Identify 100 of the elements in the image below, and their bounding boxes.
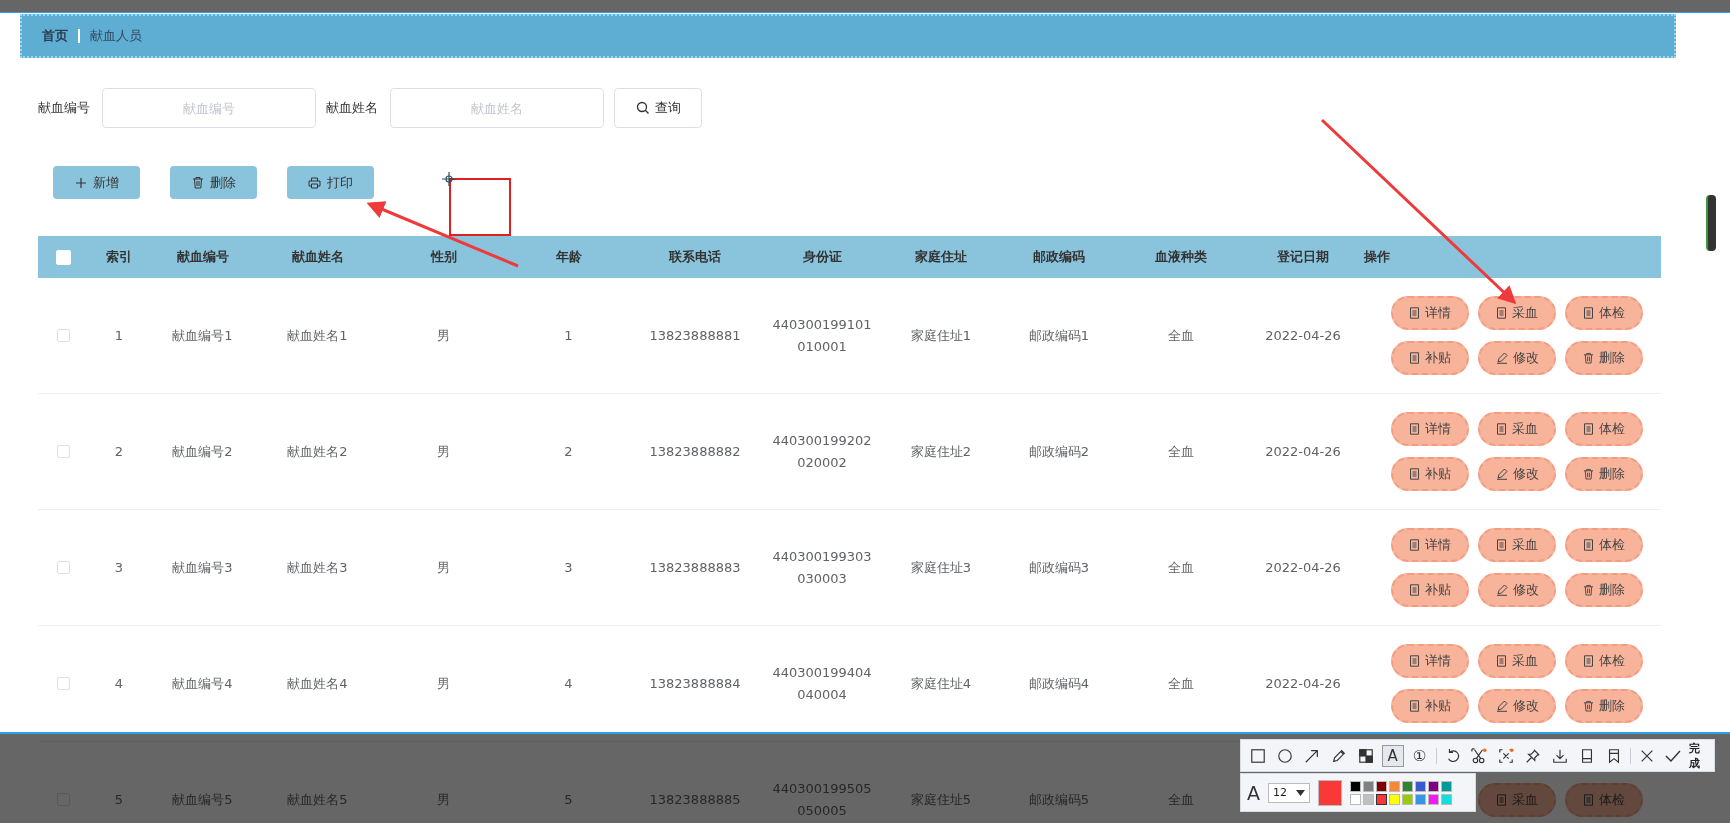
edit-button[interactable]: 修改	[1478, 689, 1556, 723]
action-button[interactable]: 补贴	[1391, 573, 1469, 607]
row-checkbox[interactable]	[56, 561, 70, 574]
color-swatch[interactable]	[1363, 780, 1374, 792]
search-button[interactable]: 查询	[614, 88, 702, 128]
color-swatch[interactable]	[1415, 780, 1426, 792]
search-field[interactable]: 献血编号	[102, 88, 316, 128]
table-cell: 男	[437, 442, 450, 461]
table-cell: 2	[114, 444, 124, 459]
edit-button[interactable]: 修改	[1478, 341, 1556, 375]
color-swatch[interactable]	[1428, 780, 1439, 792]
plus-icon	[74, 176, 87, 189]
edit-button[interactable]: 修改	[1478, 457, 1556, 491]
color-swatch[interactable]	[1350, 793, 1361, 805]
delete-button[interactable]: 删除	[1565, 341, 1643, 375]
breadcrumb-link[interactable]: 首页	[42, 27, 68, 45]
delete-button[interactable]: 删除	[1565, 689, 1643, 723]
done-button[interactable]: 完成	[1663, 740, 1708, 771]
table-cell: 献血姓名4	[287, 674, 348, 693]
add-button[interactable]: 新增	[53, 166, 140, 199]
document-icon	[1409, 468, 1420, 480]
table-cell: 13823888884	[649, 676, 741, 691]
row-checkbox[interactable]	[56, 445, 70, 458]
edit-button[interactable]: 修改	[1478, 573, 1556, 607]
action-button[interactable]: 采血	[1478, 528, 1556, 562]
table-cell: 全血	[1168, 558, 1194, 577]
delete-button[interactable]: 删除	[1565, 457, 1643, 491]
table-cell: 1	[564, 328, 573, 343]
table-cell-text: 440300199202020002	[772, 431, 872, 472]
row-checkbox[interactable]	[56, 677, 70, 690]
table-cell: 全血	[1168, 674, 1194, 693]
caret-icon	[1296, 789, 1305, 796]
table-cell: 邮政编码1	[1028, 326, 1090, 345]
number-tool[interactable]: ①	[1408, 744, 1431, 767]
action-button[interactable]: 采血	[1478, 412, 1556, 446]
action-button[interactable]: 详情	[1391, 528, 1469, 562]
text-tool[interactable]: A	[1381, 744, 1404, 767]
action-button[interactable]: 补贴	[1391, 689, 1469, 723]
circle-icon	[1276, 747, 1293, 764]
table-cell: 13823888881	[649, 328, 741, 343]
document-icon	[1409, 352, 1420, 364]
column-header: 年龄	[554, 248, 583, 266]
action-button[interactable]: 补贴	[1391, 457, 1469, 491]
color-swatch[interactable]	[1389, 793, 1400, 805]
color-swatch[interactable]	[1363, 793, 1374, 805]
action-button[interactable]: 详情	[1391, 412, 1469, 446]
color-swatch[interactable]	[1402, 780, 1413, 792]
action-button[interactable]: 补贴	[1391, 341, 1469, 375]
color-swatch[interactable]	[1402, 793, 1413, 805]
scrollbar-thumb[interactable]	[1706, 195, 1716, 251]
row-checkbox[interactable]	[56, 329, 70, 342]
color-swatch[interactable]	[1415, 793, 1426, 805]
action-button[interactable]: 详情	[1391, 644, 1469, 678]
document-icon	[1496, 423, 1507, 435]
select-all-checkbox[interactable]	[55, 249, 71, 265]
search-field[interactable]: 献血姓名	[390, 88, 604, 128]
color-swatch[interactable]	[1376, 793, 1387, 805]
table-cell: 5	[564, 792, 573, 807]
column-header: 献血编号	[175, 248, 230, 266]
action-button[interactable]: 体检	[1565, 296, 1643, 330]
table-cell: 邮政编码3	[1028, 558, 1090, 577]
table-cell: 献血编号2	[172, 442, 233, 461]
crosshair-icon	[441, 171, 457, 187]
table-cell: 13823888882	[649, 444, 741, 459]
action-button[interactable]: 体检	[1565, 528, 1643, 562]
table-cell-text: 440300199505050005	[772, 779, 872, 820]
color-swatch[interactable]	[1441, 793, 1452, 805]
action-button[interactable]: 体检	[1565, 412, 1643, 446]
table-cell: 献血编号1	[172, 326, 233, 345]
pencil-icon	[1495, 352, 1508, 364]
color-swatch[interactable]	[1441, 780, 1452, 792]
field-label: 献血编号	[38, 99, 90, 117]
color-swatch[interactable]	[1376, 780, 1387, 792]
trash-icon	[1583, 584, 1594, 596]
column-header: 身份证	[801, 248, 843, 266]
print-button[interactable]: 打印	[287, 166, 374, 199]
table-cell: 全血	[1168, 790, 1194, 809]
table-cell: 献血编号5	[172, 790, 233, 809]
column-header: 血液种类	[1154, 248, 1208, 266]
table-cell: 5	[114, 792, 124, 807]
action-button[interactable]: 体检	[1565, 644, 1643, 678]
table-cell: 2	[564, 444, 573, 459]
font-size-select[interactable]: 12	[1268, 782, 1310, 803]
delete-button[interactable]: 删除	[170, 166, 257, 199]
delete-button[interactable]: 删除	[1565, 573, 1643, 607]
arrow-icon	[1303, 747, 1320, 764]
table-cell: 家庭住址3	[910, 558, 972, 577]
search-icon	[635, 101, 650, 115]
table-cell-text: 440300199303030003	[772, 547, 872, 588]
color-swatch[interactable]	[1428, 793, 1439, 805]
current-color-swatch[interactable]	[1318, 779, 1342, 806]
action-button[interactable]: 采血	[1478, 644, 1556, 678]
color-swatch[interactable]	[1389, 780, 1400, 792]
column-header: 献血姓名	[290, 248, 345, 266]
action-button[interactable]: 详情	[1391, 296, 1469, 330]
breadcrumb-link[interactable]: 献血人员	[90, 27, 142, 45]
printer-icon	[308, 176, 321, 189]
color-swatch[interactable]	[1350, 780, 1361, 792]
action-button[interactable]: 采血	[1478, 296, 1556, 330]
table-cell: 家庭住址4	[910, 674, 972, 693]
